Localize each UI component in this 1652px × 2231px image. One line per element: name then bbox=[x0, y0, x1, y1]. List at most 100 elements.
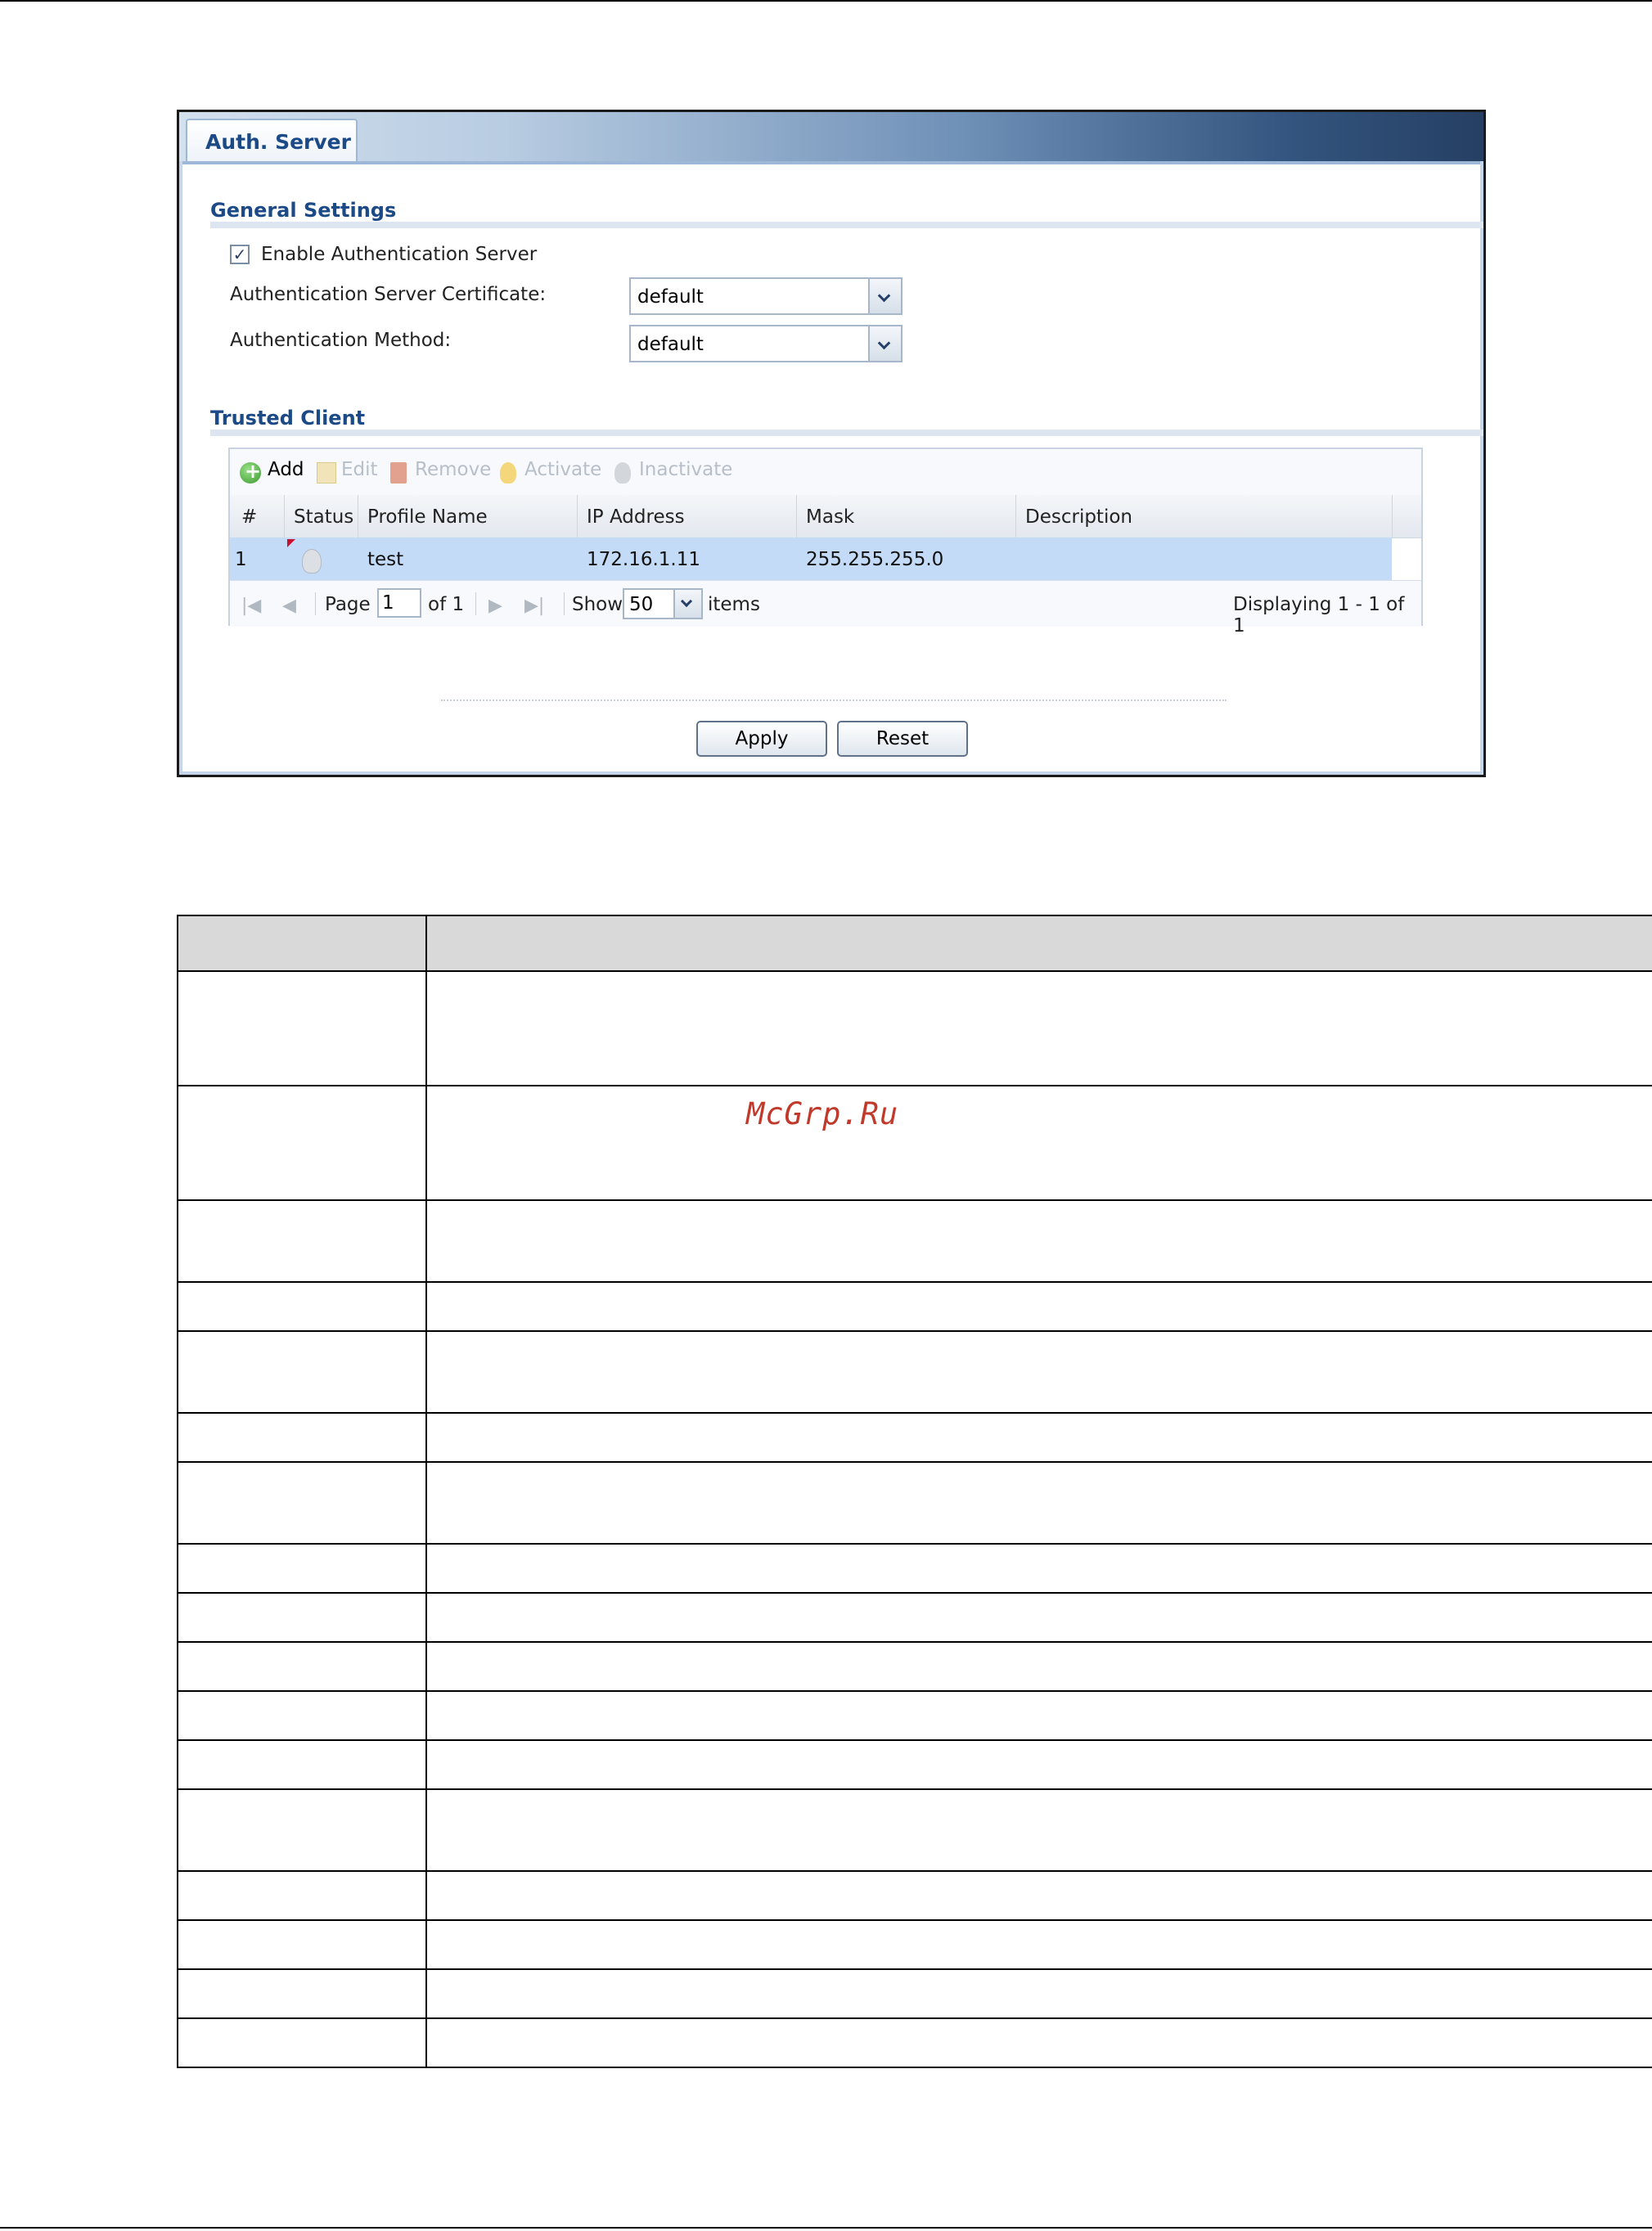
table-cell bbox=[425, 1788, 1652, 1872]
column-header-mask[interactable]: Mask bbox=[806, 506, 854, 528]
pager-divider bbox=[564, 592, 565, 615]
table-cell bbox=[177, 1968, 427, 2019]
table-cell bbox=[425, 2017, 1652, 2068]
tab-auth-server[interactable]: Auth. Server bbox=[186, 119, 358, 161]
chevron-down-icon[interactable] bbox=[868, 326, 901, 361]
table-cell bbox=[425, 1739, 1652, 1790]
table-cell bbox=[177, 1199, 427, 1283]
previous-page-icon[interactable]: ◀ bbox=[282, 596, 296, 616]
watermark-text: McGrp.Ru bbox=[746, 1096, 899, 1131]
table-cell bbox=[425, 1412, 1652, 1463]
table-row bbox=[177, 1085, 1652, 1201]
table-cell bbox=[425, 1592, 1652, 1643]
trusted-client-grid: Add Edit Remove Activate Inactivate # St… bbox=[228, 448, 1423, 636]
table-header-row bbox=[177, 915, 1652, 972]
table-cell bbox=[425, 1919, 1652, 1970]
enable-auth-server-label: Enable Authentication Server bbox=[261, 244, 538, 265]
page-count-label: of 1 bbox=[428, 594, 465, 615]
column-header-status[interactable]: Status bbox=[294, 506, 353, 528]
trash-icon bbox=[390, 462, 407, 484]
activate-button[interactable]: Activate bbox=[524, 459, 601, 480]
reset-button[interactable]: Reset bbox=[837, 721, 968, 757]
pager-divider bbox=[315, 592, 316, 615]
table-row bbox=[177, 1543, 1652, 1594]
row-ip-address: 172.16.1.11 bbox=[587, 549, 700, 570]
column-header-description[interactable]: Description bbox=[1025, 506, 1132, 528]
table-row bbox=[177, 1281, 1652, 1332]
chevron-down-icon[interactable] bbox=[868, 279, 901, 313]
table-row bbox=[177, 1461, 1652, 1545]
column-header-ip-address[interactable]: IP Address bbox=[587, 506, 685, 528]
lightbulb-on-icon bbox=[500, 462, 516, 484]
column-divider bbox=[1392, 495, 1393, 538]
table-cell bbox=[177, 1788, 427, 1872]
table-row bbox=[177, 1412, 1652, 1463]
add-button[interactable]: Add bbox=[268, 459, 304, 480]
table-cell bbox=[425, 1641, 1652, 1692]
table-row bbox=[177, 1199, 1652, 1283]
table-row[interactable]: 1 test 172.16.1.11 255.255.255.0 bbox=[230, 538, 1392, 580]
grid-toolbar: Add Edit Remove Activate Inactivate bbox=[230, 449, 1421, 496]
field-description-table bbox=[177, 915, 1652, 2068]
remove-button[interactable]: Remove bbox=[415, 459, 491, 480]
table-row bbox=[177, 1641, 1652, 1692]
certificate-label: Authentication Server Certificate: bbox=[230, 284, 547, 305]
table-cell bbox=[177, 1641, 427, 1692]
last-page-icon[interactable]: ▶| bbox=[524, 596, 544, 616]
table-cell bbox=[177, 1461, 427, 1545]
enable-auth-server-checkbox[interactable]: ✓ bbox=[230, 245, 250, 264]
table-cell bbox=[425, 1281, 1652, 1332]
page-bottom-rule bbox=[0, 2227, 1652, 2229]
table-cell bbox=[425, 1543, 1652, 1594]
column-header-index[interactable]: # bbox=[241, 506, 257, 528]
column-header-profile-name[interactable]: Profile Name bbox=[367, 506, 488, 528]
table-cell bbox=[177, 1592, 427, 1643]
table-cell bbox=[425, 1085, 1652, 1201]
show-label: Show bbox=[572, 594, 623, 615]
status-flag-icon bbox=[287, 539, 295, 547]
table-cell bbox=[177, 1543, 427, 1594]
table-cell bbox=[177, 1739, 427, 1790]
table-cell bbox=[425, 1870, 1652, 1921]
items-per-page-select[interactable]: 50 bbox=[623, 588, 703, 619]
chevron-down-icon[interactable] bbox=[673, 590, 701, 618]
table-cell bbox=[177, 1330, 427, 1414]
button-divider bbox=[441, 699, 1227, 701]
table-row bbox=[177, 1788, 1652, 1872]
table-cell bbox=[177, 1085, 427, 1201]
table-cell bbox=[177, 1919, 427, 1970]
table-cell bbox=[177, 1870, 427, 1921]
column-divider bbox=[577, 495, 578, 538]
auth-method-select[interactable]: default bbox=[629, 325, 903, 362]
add-icon[interactable] bbox=[240, 460, 261, 484]
table-cell bbox=[177, 1281, 427, 1332]
table-cell bbox=[177, 1412, 427, 1463]
table-row bbox=[177, 2017, 1652, 2068]
table-row bbox=[177, 1739, 1652, 1790]
trusted-client-title: Trusted Client bbox=[210, 407, 366, 430]
certificate-select[interactable]: default bbox=[629, 277, 903, 315]
auth-method-value: default bbox=[637, 334, 704, 355]
row-index: 1 bbox=[235, 549, 247, 570]
row-profile-name: test bbox=[367, 549, 404, 570]
displaying-status: Displaying 1 - 1 of 1 bbox=[1233, 594, 1405, 636]
next-page-icon[interactable]: ▶ bbox=[488, 596, 502, 616]
column-divider bbox=[1015, 495, 1016, 538]
certificate-value: default bbox=[637, 286, 704, 308]
trusted-client-rule bbox=[210, 430, 1483, 436]
table-cell bbox=[425, 1461, 1652, 1545]
inactivate-button[interactable]: Inactivate bbox=[639, 459, 732, 480]
first-page-icon[interactable]: |◀ bbox=[241, 596, 261, 616]
edit-button[interactable]: Edit bbox=[341, 459, 378, 480]
lightbulb-off-icon[interactable] bbox=[302, 549, 322, 573]
table-row bbox=[177, 1919, 1652, 1970]
apply-button[interactable]: Apply bbox=[696, 721, 827, 757]
table-cell bbox=[177, 970, 427, 1086]
row-mask: 255.255.255.0 bbox=[806, 549, 944, 570]
table-cell bbox=[425, 1690, 1652, 1741]
table-row bbox=[177, 1330, 1652, 1414]
page-number-input[interactable] bbox=[377, 588, 421, 618]
table-row bbox=[177, 1592, 1652, 1643]
pager-divider bbox=[475, 592, 476, 615]
table-cell bbox=[177, 1690, 427, 1741]
